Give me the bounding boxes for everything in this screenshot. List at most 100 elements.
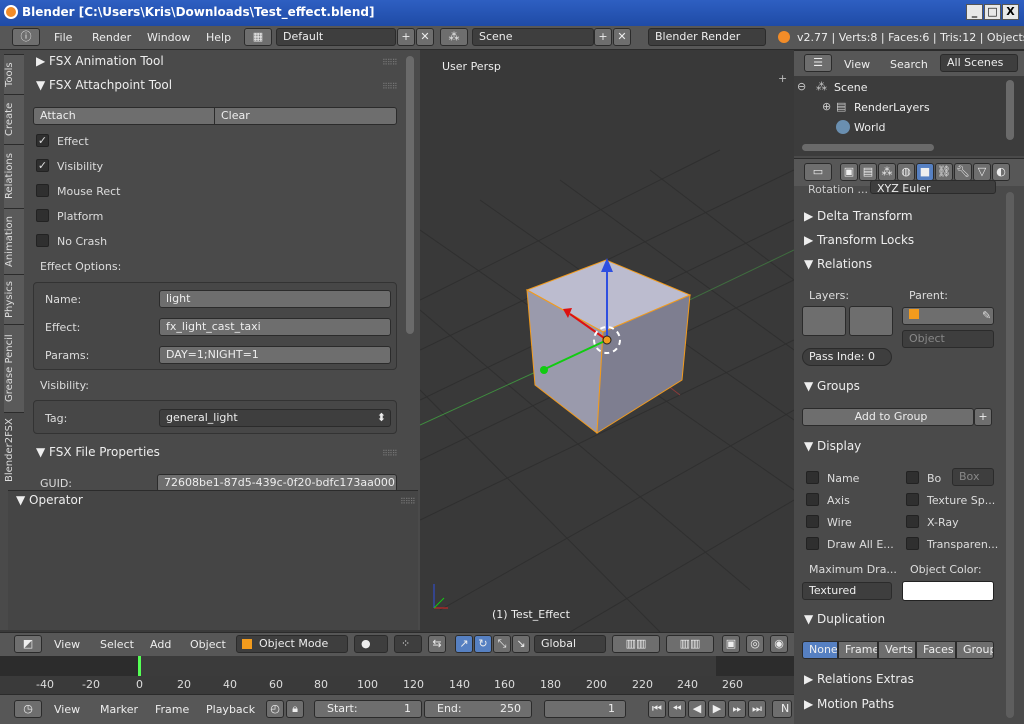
layout-field[interactable]: Default <box>276 28 396 46</box>
outliner-scene[interactable]: Scene <box>834 81 868 94</box>
menu-render[interactable]: Render <box>92 31 131 44</box>
panel-fsx-file-properties[interactable]: ▼ FSX File Properties <box>36 445 160 459</box>
scene-field[interactable]: Scene <box>472 28 594 46</box>
tab-blender2fsx[interactable]: Blender2FSX <box>4 412 24 488</box>
jump-key-forward-icon[interactable]: ⏩︎ <box>728 700 746 718</box>
max-draw-type-select[interactable]: Textured <box>802 582 892 600</box>
menu-help[interactable]: Help <box>206 31 231 44</box>
menu-marker[interactable]: Marker <box>100 703 138 716</box>
panel-motion-paths[interactable]: ▶ Motion Paths <box>804 697 894 711</box>
opengl-render-icon[interactable]: ◉ <box>770 635 788 653</box>
outliner-renderlayers[interactable]: RenderLayers <box>854 101 930 114</box>
menu-frame[interactable]: Frame <box>155 703 189 716</box>
lock-icon[interactable]: 🔒︎ <box>286 700 304 718</box>
add-to-group-button[interactable]: Add to Group <box>802 408 974 426</box>
add-group-icon[interactable]: + <box>974 408 992 426</box>
panel-groups[interactable]: ▼ Groups <box>804 379 860 393</box>
expand-icon[interactable]: ⊕ <box>822 100 831 113</box>
current-frame-marker[interactable] <box>138 656 141 676</box>
maximize-button[interactable]: □ <box>984 4 1001 20</box>
bounds-checkbox[interactable] <box>906 471 919 484</box>
start-frame-field[interactable]: Start: 1 <box>314 700 422 718</box>
menu-view[interactable]: View <box>54 638 80 651</box>
panel-relations-extras[interactable]: ▶ Relations Extras <box>804 672 914 686</box>
pass-index-field[interactable]: Pass Inde: 0 <box>802 348 892 366</box>
scale-icon[interactable]: ⤡ <box>493 635 511 653</box>
panel-delta-transform[interactable]: ▶ Delta Transform <box>804 209 913 223</box>
axis-checkbox[interactable] <box>806 493 819 506</box>
name-field[interactable]: light <box>159 290 391 308</box>
object-color-swatch[interactable] <box>902 581 994 601</box>
dup-faces-button[interactable]: Faces <box>916 641 956 659</box>
rotation-mode-select[interactable]: XYZ Euler <box>870 180 996 194</box>
params-field[interactable]: DAY=1;NIGHT=1 <box>159 346 391 364</box>
expand-region-icon[interactable]: + <box>778 72 787 85</box>
menu-select[interactable]: Select <box>100 638 134 651</box>
add-layout-icon[interactable]: + <box>397 28 415 46</box>
outliner-search-menu[interactable]: Search <box>890 58 928 71</box>
attach-button[interactable]: Attach <box>33 107 215 125</box>
outliner-world[interactable]: World <box>854 121 886 134</box>
editor-type-icon[interactable]: ☰ <box>804 54 832 72</box>
translate-icon[interactable]: ↗ <box>455 635 473 653</box>
play-reverse-icon[interactable]: ◀ <box>688 700 706 718</box>
layers-tab-icon[interactable]: ▤ <box>859 163 877 181</box>
effect-checkbox[interactable]: ✓ <box>36 134 49 147</box>
layout-icon[interactable]: ▦ <box>244 28 272 46</box>
object-tab-icon[interactable]: ■ <box>916 163 934 181</box>
wire-checkbox[interactable] <box>806 515 819 528</box>
remove-layout-icon[interactable]: ✕ <box>416 28 434 46</box>
modifiers-tab-icon[interactable]: 🔧︎ <box>954 163 972 181</box>
properties-scrollbar[interactable] <box>1006 192 1014 718</box>
texture-space-checkbox[interactable] <box>906 493 919 506</box>
tab-tools[interactable]: Tools <box>4 54 24 94</box>
drag-handle-icon[interactable]: ⠿⠿⠿ <box>382 82 398 91</box>
shading-select[interactable]: ● <box>354 635 388 653</box>
layers-grid-1[interactable]: ▥▥ <box>612 635 660 653</box>
eyedropper-icon[interactable]: ✎ <box>982 309 991 322</box>
mode-select[interactable]: Object Mode <box>236 635 348 653</box>
outliner-vscrollbar[interactable] <box>1006 80 1014 140</box>
minimize-button[interactable]: _ <box>966 4 983 20</box>
scene-tab-icon[interactable]: ⁂ <box>878 163 896 181</box>
display-mode-select[interactable]: All Scenes <box>940 54 1018 72</box>
dup-group-button[interactable]: Group <box>956 641 994 659</box>
platform-checkbox[interactable] <box>36 209 49 222</box>
jump-end-icon[interactable]: ⏭︎ <box>748 700 766 718</box>
dup-verts-button[interactable]: Verts <box>878 641 916 659</box>
constraints-tab-icon[interactable]: ⛓︎ <box>935 163 953 181</box>
rotate-icon[interactable]: ↻ <box>474 635 492 653</box>
end-frame-field[interactable]: End: 250 <box>424 700 532 718</box>
menu-file[interactable]: File <box>54 31 72 44</box>
play-icon[interactable]: ▶ <box>708 700 726 718</box>
tab-grease-pencil[interactable]: Grease Pencil <box>4 324 24 412</box>
drag-handle-icon[interactable]: ⠿⠿⠿ <box>400 497 416 506</box>
menu-window[interactable]: Window <box>147 31 190 44</box>
panel-duplication[interactable]: ▼ Duplication <box>804 612 885 626</box>
outliner-hscrollbar[interactable] <box>802 144 934 151</box>
editor-type-icon[interactable]: ▭ <box>804 163 832 181</box>
layer-buttons-1[interactable] <box>802 306 846 336</box>
close-button[interactable]: X <box>1002 4 1019 20</box>
effect-field[interactable]: fx_light_cast_taxi <box>159 318 391 336</box>
drag-handle-icon[interactable]: ⠿⠿⠿ <box>382 58 398 67</box>
editor-type-icon[interactable]: ⓘ <box>12 28 40 46</box>
tool-shelf-scrollbar[interactable] <box>406 56 414 334</box>
manipulator-icon[interactable]: ⇆ <box>428 635 446 653</box>
name-checkbox[interactable] <box>806 471 819 484</box>
tag-select[interactable]: general_light ⬍ <box>159 409 391 427</box>
dup-frames-button[interactable]: Frames <box>838 641 878 659</box>
layer-buttons-2[interactable] <box>849 306 893 336</box>
clear-button[interactable]: Clear <box>214 107 397 125</box>
panel-fsx-attachpoint-tool[interactable]: ▼ FSX Attachpoint Tool <box>36 78 172 92</box>
remove-scene-icon[interactable]: ✕ <box>613 28 631 46</box>
parent-field[interactable] <box>902 307 994 325</box>
layers-grid-2[interactable]: ▥▥ <box>666 635 714 653</box>
viewport-scene[interactable] <box>420 50 794 632</box>
outliner-view-menu[interactable]: View <box>844 58 870 71</box>
orientation-select[interactable]: Global <box>534 635 606 653</box>
drag-handle-icon[interactable]: ⠿⠿⠿ <box>382 449 398 458</box>
keying-field[interactable]: N <box>772 700 792 718</box>
transparency-checkbox[interactable] <box>906 537 919 550</box>
tab-relations[interactable]: Relations <box>4 144 24 208</box>
